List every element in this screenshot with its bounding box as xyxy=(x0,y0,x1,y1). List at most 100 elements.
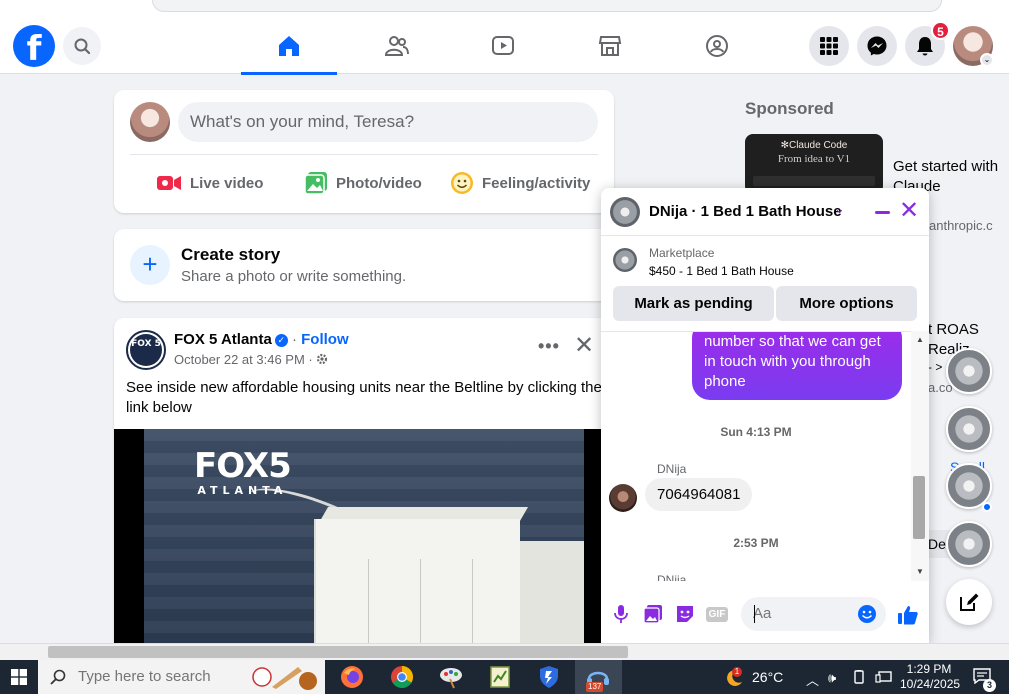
weather-temperature[interactable]: 26°C xyxy=(752,669,783,685)
feeling-activity-button[interactable]: Feeling/activity xyxy=(450,168,590,198)
video-icon xyxy=(492,36,514,55)
chrome-icon[interactable] xyxy=(388,663,416,691)
tab-video[interactable] xyxy=(455,18,551,74)
user-avatar[interactable] xyxy=(130,102,170,142)
scroll-down-arrow-icon[interactable]: ▼ xyxy=(916,567,924,576)
live-video-label: Live video xyxy=(190,174,264,192)
search-button[interactable] xyxy=(63,27,101,65)
battery-icon[interactable] xyxy=(852,670,866,687)
browser-toolbar xyxy=(0,0,1009,18)
address-bar[interactable] xyxy=(152,0,942,12)
message-list[interactable]: number so that we can get in touch with … xyxy=(601,331,911,581)
tab-groups[interactable] xyxy=(669,18,765,74)
ad-domain: anthropic.c xyxy=(929,218,993,233)
tab-marketplace[interactable] xyxy=(562,18,658,74)
more-options-icon[interactable]: ••• xyxy=(538,336,560,357)
create-story-card[interactable]: + Create story Share a photo or write so… xyxy=(114,229,614,301)
watermark-line1: FOX5 xyxy=(194,446,292,486)
photo-icon xyxy=(304,172,327,195)
scroll-up-arrow-icon[interactable]: ▲ xyxy=(916,335,924,344)
unread-dot xyxy=(982,502,992,512)
divider xyxy=(130,154,598,155)
photo-video-button[interactable]: Photo/video xyxy=(304,168,422,198)
sponsored-heading: Sponsored xyxy=(745,99,834,118)
gif-label: GIF xyxy=(705,606,729,622)
new-message-button[interactable] xyxy=(946,579,992,625)
feeling-activity-label: Feeling/activity xyxy=(482,174,591,192)
microphone-icon[interactable] xyxy=(611,604,631,624)
minimize-icon[interactable] xyxy=(875,211,890,214)
gif-icon[interactable]: GIF xyxy=(705,604,729,624)
chevron-down-icon[interactable]: ⌄ xyxy=(834,201,845,217)
windows-logo-icon xyxy=(11,669,27,685)
more-options-button[interactable]: More options xyxy=(776,286,917,321)
weather-alert-badge: 1 xyxy=(732,667,742,677)
paint-tool-icon[interactable] xyxy=(437,663,465,691)
notepad-chart-icon[interactable] xyxy=(486,663,514,691)
post-timestamp[interactable]: October 22 at 3:46 PM xyxy=(174,352,305,367)
friends-icon xyxy=(384,36,409,56)
chat-contact-avatar[interactable] xyxy=(610,197,640,227)
mark-as-pending-button[interactable]: Mark as pending xyxy=(613,286,774,321)
horizontal-scroll-thumb[interactable] xyxy=(48,646,628,658)
shield-icon[interactable] xyxy=(535,663,563,691)
groups-icon xyxy=(706,35,728,57)
message-timestamp: 2:53 PM xyxy=(733,536,779,550)
horizontal-scrollbar[interactable] xyxy=(0,643,1009,660)
menu-button[interactable] xyxy=(809,26,849,66)
chat-head-avatar[interactable] xyxy=(946,521,992,567)
live-video-button[interactable]: Live video xyxy=(156,168,263,198)
close-post-icon[interactable]: ✕ xyxy=(574,334,594,358)
taskbar-clock[interactable]: 1:29 PM 10/24/2025 xyxy=(900,662,960,692)
chat-title[interactable]: DNija · 1 Bed 1 Bath House xyxy=(649,203,842,220)
fox5-page-avatar[interactable]: FOX 5 xyxy=(126,330,166,370)
dot-separator: · xyxy=(291,331,297,348)
baseball-search-highlight-icon[interactable] xyxy=(250,663,320,691)
chat-head-avatar[interactable] xyxy=(946,348,992,394)
facebook-logo-icon[interactable]: f xyxy=(13,25,55,67)
chevron-down-icon[interactable]: ⌄ xyxy=(980,53,994,67)
chat-head-avatar[interactable] xyxy=(946,406,992,452)
thumbs-up-icon[interactable] xyxy=(897,604,919,626)
messenger-icon xyxy=(867,36,887,56)
chat-header[interactable]: DNija · 1 Bed 1 Bath House ⌄ ✕ xyxy=(601,188,929,236)
messenger-chat-window: DNija · 1 Bed 1 Bath House ⌄ ✕ Marketpla… xyxy=(601,188,929,643)
text-caret xyxy=(754,605,755,623)
page-name-link[interactable]: FOX 5 Atlanta xyxy=(174,331,272,348)
tab-home[interactable] xyxy=(241,18,337,75)
volume-icon[interactable]: 🕪 xyxy=(828,670,836,686)
home-icon xyxy=(279,36,299,56)
listing-title[interactable]: $450 - 1 Bed 1 Bath House xyxy=(649,264,794,278)
tab-friends[interactable] xyxy=(348,18,444,74)
ad-thumbnail[interactable]: ✻Claude Code From idea to V1 xyxy=(745,134,883,194)
status-input[interactable]: What's on your mind, Teresa? xyxy=(178,102,598,142)
watermark-line2: ATLANTA xyxy=(197,484,288,497)
marketplace-label: Marketplace xyxy=(649,246,715,260)
sender-avatar[interactable] xyxy=(609,484,637,512)
chevron-up-icon[interactable]: ︿ xyxy=(806,670,819,689)
follow-link[interactable]: Follow xyxy=(301,331,349,348)
gallery-icon[interactable] xyxy=(643,604,663,624)
marketplace-icon xyxy=(598,36,622,56)
create-story-subtitle: Share a photo or write something. xyxy=(181,268,407,285)
post-text: See inside new affordable housing units … xyxy=(126,379,602,416)
post-image[interactable]: FOX5 ATLANTA xyxy=(114,429,614,658)
settings-gear-icon xyxy=(317,353,328,365)
feed-post: FOX 5 FOX 5 Atlanta ✓ · Follow October 22… xyxy=(114,318,614,658)
incoming-message[interactable]: 7064964081 xyxy=(645,478,753,511)
listing-avatar xyxy=(613,248,637,272)
plus-icon[interactable]: + xyxy=(130,245,170,285)
fox5-watermark: FOX5 ATLANTA xyxy=(194,446,292,497)
verified-badge-icon: ✓ xyxy=(274,334,288,347)
messenger-button[interactable] xyxy=(857,26,897,66)
windows-start-button[interactable] xyxy=(0,660,38,694)
outgoing-message[interactable]: number so that we can get in touch with … xyxy=(692,332,902,400)
post-header-line: FOX 5 Atlanta ✓ · Follow xyxy=(174,331,349,348)
chat-scrollbar[interactable]: ▲ ▼ xyxy=(911,331,929,581)
close-chat-icon[interactable]: ✕ xyxy=(899,199,919,223)
scroll-thumb[interactable] xyxy=(913,476,925,539)
network-icon[interactable] xyxy=(875,670,893,687)
sticker-icon[interactable] xyxy=(675,604,695,624)
emoji-icon[interactable] xyxy=(857,604,877,624)
firefox-icon[interactable] xyxy=(338,663,366,691)
